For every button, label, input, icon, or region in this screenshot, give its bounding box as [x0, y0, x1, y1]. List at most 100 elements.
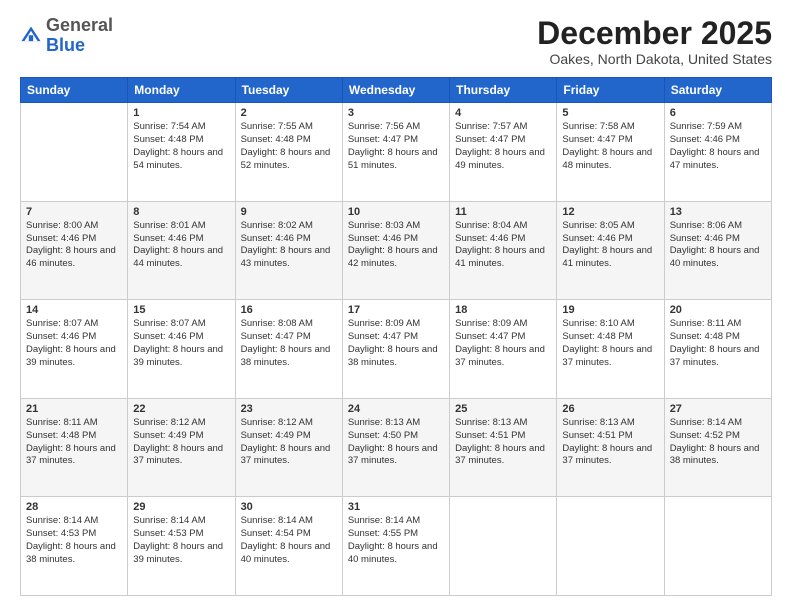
daylight-label: Daylight: 8 hours and 39 minutes. [133, 344, 223, 368]
daylight-label: Daylight: 8 hours and 39 minutes. [133, 541, 223, 565]
day-info: Sunrise: 8:07 AMSunset: 4:46 PMDaylight:… [133, 318, 229, 369]
sunset-label: Sunset: 4:51 PM [455, 430, 525, 441]
table-row: 22 Sunrise: 8:12 AMSunset: 4:49 PMDayligh… [128, 398, 235, 497]
daylight-label: Daylight: 8 hours and 42 minutes. [348, 245, 438, 269]
calendar-week-row: 28 Sunrise: 8:14 AM Sunset: 4:53 PM Dayligh… [21, 497, 772, 596]
day-number: 15 [133, 304, 229, 316]
daylight-label: Daylight: 8 hours and 37 minutes. [455, 344, 545, 368]
sunrise-label: Sunrise: 8:14 AM [26, 515, 98, 526]
sunrise-label: Sunrise: 7:55 AM [241, 121, 313, 132]
col-thursday: Thursday [450, 78, 557, 103]
daylight-label: Daylight: 8 hours and 37 minutes. [562, 344, 652, 368]
day-info: Sunrise: 8:12 AMSunset: 4:49 PMDaylight:… [133, 417, 229, 468]
day-number: 12 [562, 206, 658, 218]
day-number: 17 [348, 304, 444, 316]
sunset-label: Sunset: 4:46 PM [670, 233, 740, 244]
table-row: 23Sunrise: 8:12 AMSunset: 4:49 PMDayligh… [235, 398, 342, 497]
day-number: 22 [133, 403, 229, 415]
calendar-week-row: 1Sunrise: 7:54 AMSunset: 4:48 PMDaylight… [21, 103, 772, 202]
day-info: Sunrise: 8:14 AMSunset: 4:54 PMDaylight:… [241, 515, 337, 566]
day-info: Sunrise: 7:55 AMSunset: 4:48 PMDaylight:… [241, 121, 337, 172]
sunrise-label: Sunrise: 8:14 AM [670, 417, 742, 428]
table-row: 2Sunrise: 7:55 AMSunset: 4:48 PMDaylight… [235, 103, 342, 202]
day-info: Sunrise: 7:59 AMSunset: 4:46 PMDaylight:… [670, 121, 766, 172]
day-info: Sunrise: 8:11 AMSunset: 4:48 PMDaylight:… [26, 417, 122, 468]
daylight-label: Daylight: 8 hours and 40 minutes. [348, 541, 438, 565]
table-row: 17Sunrise: 8:09 AMSunset: 4:47 PMDayligh… [342, 300, 449, 399]
day-info: Sunrise: 8:00 AMSunset: 4:46 PMDaylight:… [26, 220, 122, 271]
daylight-label: Daylight: 8 hours and 38 minutes. [670, 443, 760, 467]
sunset-label: Sunset: 4:46 PM [562, 233, 632, 244]
sunrise-label: Sunrise: 8:05 AM [562, 220, 634, 231]
day-info: Sunrise: 8:09 AMSunset: 4:47 PMDaylight:… [455, 318, 551, 369]
day-info: Sunrise: 8:08 AMSunset: 4:47 PMDaylight:… [241, 318, 337, 369]
day-number: 16 [241, 304, 337, 316]
sunset-label: Sunset: 4:49 PM [133, 430, 203, 441]
daylight-label: Daylight: 8 hours and 47 minutes. [670, 147, 760, 171]
day-info: Sunrise: 8:13 AMSunset: 4:50 PMDaylight:… [348, 417, 444, 468]
table-row: 29Sunrise: 8:14 AMSunset: 4:53 PMDayligh… [128, 497, 235, 596]
day-info: Sunrise: 8:10 AM Sunset: 4:48 PM Daylight:… [562, 318, 658, 369]
sunrise-label: Sunrise: 8:00 AM [26, 220, 98, 231]
sunrise-label: Sunrise: 8:13 AM [562, 417, 634, 428]
day-info: Sunrise: 7:57 AMSunset: 4:47 PMDaylight:… [455, 121, 551, 172]
daylight-label: Daylight: 8 hours and 37 minutes. [26, 443, 116, 467]
day-number: 19 [562, 304, 658, 316]
table-row: 5Sunrise: 7:58 AMSunset: 4:47 PMDaylight… [557, 103, 664, 202]
calendar-week-row: 21 Sunrise: 8:11 AMSunset: 4:48 PMDayligh… [21, 398, 772, 497]
logo: General Blue [20, 16, 113, 56]
table-row: 24Sunrise: 8:13 AMSunset: 4:50 PMDayligh… [342, 398, 449, 497]
day-info: Sunrise: 8:13 AMSunset: 4:51 PMDaylight:… [562, 417, 658, 468]
sunrise-label: Sunrise: 8:10 AM [562, 318, 634, 329]
day-number: 21 [26, 403, 122, 415]
col-sunday: Sunday [21, 78, 128, 103]
daylight-label: Daylight: 8 hours and 46 minutes. [26, 245, 116, 269]
daylight-label: Daylight: 8 hours and 37 minutes. [562, 443, 652, 467]
sunrise-label: Sunrise: 8:14 AM [133, 515, 205, 526]
sunrise-label: Sunrise: 8:14 AM [348, 515, 420, 526]
title-block: December 2025 Oakes, North Dakota, Unite… [537, 16, 772, 67]
sunrise-label: Sunrise: 8:13 AM [455, 417, 527, 428]
day-number: 2 [241, 107, 337, 119]
day-info: Sunrise: 8:05 AMSunset: 4:46 PMDaylight:… [562, 220, 658, 271]
calendar-week-row: 14Sunrise: 8:07 AMSunset: 4:46 PMDayligh… [21, 300, 772, 399]
day-number: 28 [26, 501, 122, 513]
sunset-label: Sunset: 4:46 PM [241, 233, 311, 244]
day-info: Sunrise: 8:12 AMSunset: 4:49 PMDaylight:… [241, 417, 337, 468]
day-info: Sunrise: 8:11 AMSunset: 4:48 PMDaylight:… [670, 318, 766, 369]
sunset-label: Sunset: 4:46 PM [133, 233, 203, 244]
table-row: 21 Sunrise: 8:11 AMSunset: 4:48 PMDayligh… [21, 398, 128, 497]
sunrise-label: Sunrise: 8:04 AM [455, 220, 527, 231]
sunset-label: Sunset: 4:48 PM [241, 134, 311, 145]
day-info: Sunrise: 8:02 AMSunset: 4:46 PMDaylight:… [241, 220, 337, 271]
sunset-label: Sunset: 4:47 PM [455, 331, 525, 342]
table-row: 3Sunrise: 7:56 AMSunset: 4:47 PMDaylight… [342, 103, 449, 202]
daylight-label: Daylight: 8 hours and 44 minutes. [133, 245, 223, 269]
day-number: 25 [455, 403, 551, 415]
table-row: 7Sunrise: 8:00 AMSunset: 4:46 PMDaylight… [21, 201, 128, 300]
day-info: Sunrise: 8:14 AMSunset: 4:53 PMDaylight:… [26, 515, 122, 566]
table-row: 26Sunrise: 8:13 AMSunset: 4:51 PMDayligh… [557, 398, 664, 497]
day-number: 13 [670, 206, 766, 218]
daylight-label: Daylight: 8 hours and 39 minutes. [26, 344, 116, 368]
daylight-label: Daylight: 8 hours and 49 minutes. [455, 147, 545, 171]
table-row [557, 497, 664, 596]
day-info: Sunrise: 8:14 AMSunset: 4:55 PMDaylight:… [348, 515, 444, 566]
day-info: Sunrise: 7:56 AMSunset: 4:47 PMDaylight:… [348, 121, 444, 172]
day-number: 6 [670, 107, 766, 119]
month-title: December 2025 [537, 16, 772, 51]
daylight-label: Daylight: 8 hours and 37 minutes. [133, 443, 223, 467]
sunset-label: Sunset: 4:46 PM [26, 331, 96, 342]
day-info: Sunrise: 8:06 AMSunset: 4:46 PMDaylight:… [670, 220, 766, 271]
day-number: 27 [670, 403, 766, 415]
col-wednesday: Wednesday [342, 78, 449, 103]
table-row: 8Sunrise: 8:01 AMSunset: 4:46 PMDaylight… [128, 201, 235, 300]
sunset-label: Sunset: 4:46 PM [348, 233, 418, 244]
sunset-label: Sunset: 4:53 PM [26, 528, 96, 539]
day-info: Sunrise: 8:13 AMSunset: 4:51 PMDaylight:… [455, 417, 551, 468]
sunset-label: Sunset: 4:48 PM [562, 331, 632, 342]
sunrise-label: Sunrise: 7:57 AM [455, 121, 527, 132]
sunrise-label: Sunrise: 7:56 AM [348, 121, 420, 132]
sunset-label: Sunset: 4:47 PM [348, 134, 418, 145]
day-info: Sunrise: 8:14 AMSunset: 4:52 PMDaylight:… [670, 417, 766, 468]
